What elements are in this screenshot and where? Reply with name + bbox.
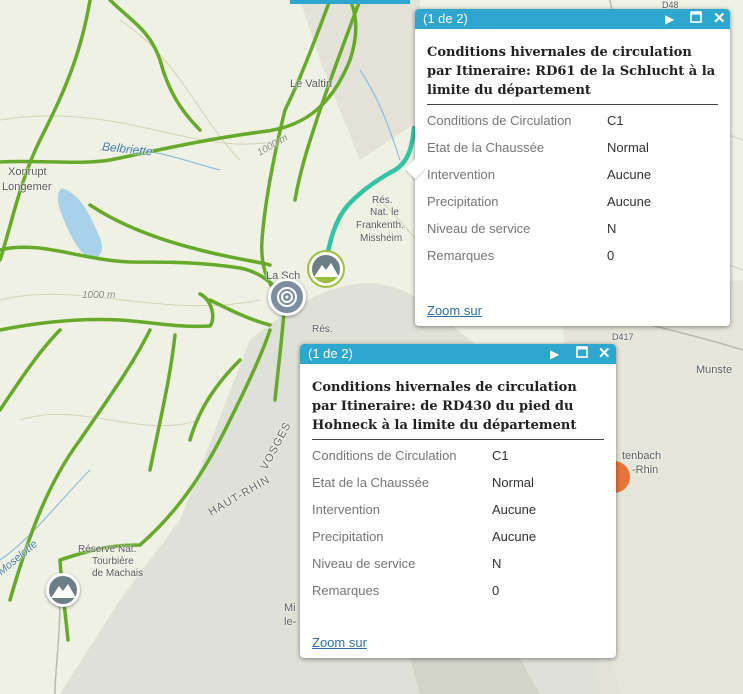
popup-pager: (1 de 2) <box>423 11 468 26</box>
place-label: le- <box>284 616 297 628</box>
popup-header: (1 de 2) ▶ ✕ <box>415 9 730 29</box>
attr-label: Intervention <box>312 502 380 517</box>
reserve-label: Nat. le <box>370 207 399 218</box>
place-label: Longemer <box>2 181 52 193</box>
popup-header: (1 de 2) ▶ ✕ <box>300 344 616 364</box>
table-row: Etat de la Chaussée Normal <box>312 475 536 502</box>
attr-value: 0 <box>492 583 500 598</box>
attr-label: Precipitation <box>312 529 384 544</box>
table-row: Conditions de Circulation C1 <box>427 113 651 140</box>
place-label: tenbach <box>622 450 662 462</box>
attr-label: Precipitation <box>427 194 499 209</box>
next-icon[interactable]: ▶ <box>550 346 559 362</box>
attr-label: Intervention <box>427 167 495 182</box>
road-label: D417 <box>612 332 634 342</box>
close-icon[interactable]: ✕ <box>598 346 611 362</box>
table-row: Intervention Aucune <box>427 167 651 194</box>
attribute-table: Conditions de Circulation C1 Etat de la C… <box>427 113 651 275</box>
attr-value: Aucune <box>492 502 537 517</box>
table-row: Niveau de service N <box>312 556 536 583</box>
popup-rd430: (1 de 2) ▶ ✕ Conditions hivernales de ci… <box>300 344 616 658</box>
zoom-to-link[interactable]: Zoom sur <box>427 303 482 318</box>
reserve-label: Missheim <box>360 233 403 244</box>
attr-value: Aucune <box>492 529 537 544</box>
place-label: Le Valtin <box>290 78 332 90</box>
attr-value: Aucune <box>607 194 652 209</box>
attr-label: Remarques <box>427 248 495 263</box>
mountain-icon[interactable] <box>46 573 80 607</box>
reserve-label: Réserve Nat. <box>78 544 137 555</box>
popup-rd61: (1 de 2) ▶ ✕ Conditions hivernales de ci… <box>415 9 730 326</box>
reserve-label: Rés. <box>312 324 333 335</box>
popup-title: Conditions hivernales de circulation par… <box>427 43 718 105</box>
table-row: Conditions de Circulation C1 <box>312 448 536 475</box>
map-view[interactable]: Le Valtin Belbriette Xonrupt Longemer 10… <box>0 0 743 694</box>
attr-label: Niveau de service <box>427 221 531 236</box>
place-label: Xonrupt <box>8 166 47 178</box>
target-icon[interactable] <box>268 278 306 316</box>
attribute-table: Conditions de Circulation C1 Etat de la C… <box>312 448 536 610</box>
attr-value: Normal <box>492 475 534 490</box>
table-row: Etat de la Chaussée Normal <box>427 140 651 167</box>
place-label: Mi <box>284 602 296 614</box>
table-row: Intervention Aucune <box>312 502 536 529</box>
next-icon[interactable]: ▶ <box>665 11 674 27</box>
attr-label: Conditions de Circulation <box>427 113 572 128</box>
attr-value: C1 <box>607 113 624 128</box>
attr-label: Niveau de service <box>312 556 416 571</box>
table-row: Precipitation Aucune <box>427 194 651 221</box>
attr-label: Remarques <box>312 583 380 598</box>
mountain-icon[interactable] <box>309 252 343 286</box>
attr-value: Normal <box>607 140 649 155</box>
table-row: Niveau de service N <box>427 221 651 248</box>
close-icon[interactable]: ✕ <box>713 11 726 27</box>
reserve-label: Rés. <box>372 195 393 206</box>
contour-label: 1000 m <box>82 290 116 301</box>
attr-value: C1 <box>492 448 509 463</box>
place-label: Munste <box>696 364 733 376</box>
popup-title: Conditions hivernales de circulation par… <box>312 378 604 440</box>
table-row: Precipitation Aucune <box>312 529 536 556</box>
attr-label: Conditions de Circulation <box>312 448 457 463</box>
attr-value: N <box>607 221 617 236</box>
place-label: -Rhin <box>632 464 659 476</box>
reserve-label: Frankenth. <box>356 220 404 231</box>
attr-value: Aucune <box>607 167 652 182</box>
attr-label: Etat de la Chaussée <box>312 475 430 490</box>
popup-pager: (1 de 2) <box>308 346 353 361</box>
zoom-to-link[interactable]: Zoom sur <box>312 635 367 650</box>
attr-label: Etat de la Chaussée <box>427 140 545 155</box>
reserve-label: Tourbière <box>92 556 134 567</box>
table-row: Remarques 0 <box>312 583 536 610</box>
table-row: Remarques 0 <box>427 248 651 275</box>
reserve-label: de Machais <box>92 568 144 579</box>
attr-value: 0 <box>607 248 615 263</box>
attr-value: N <box>492 556 502 571</box>
